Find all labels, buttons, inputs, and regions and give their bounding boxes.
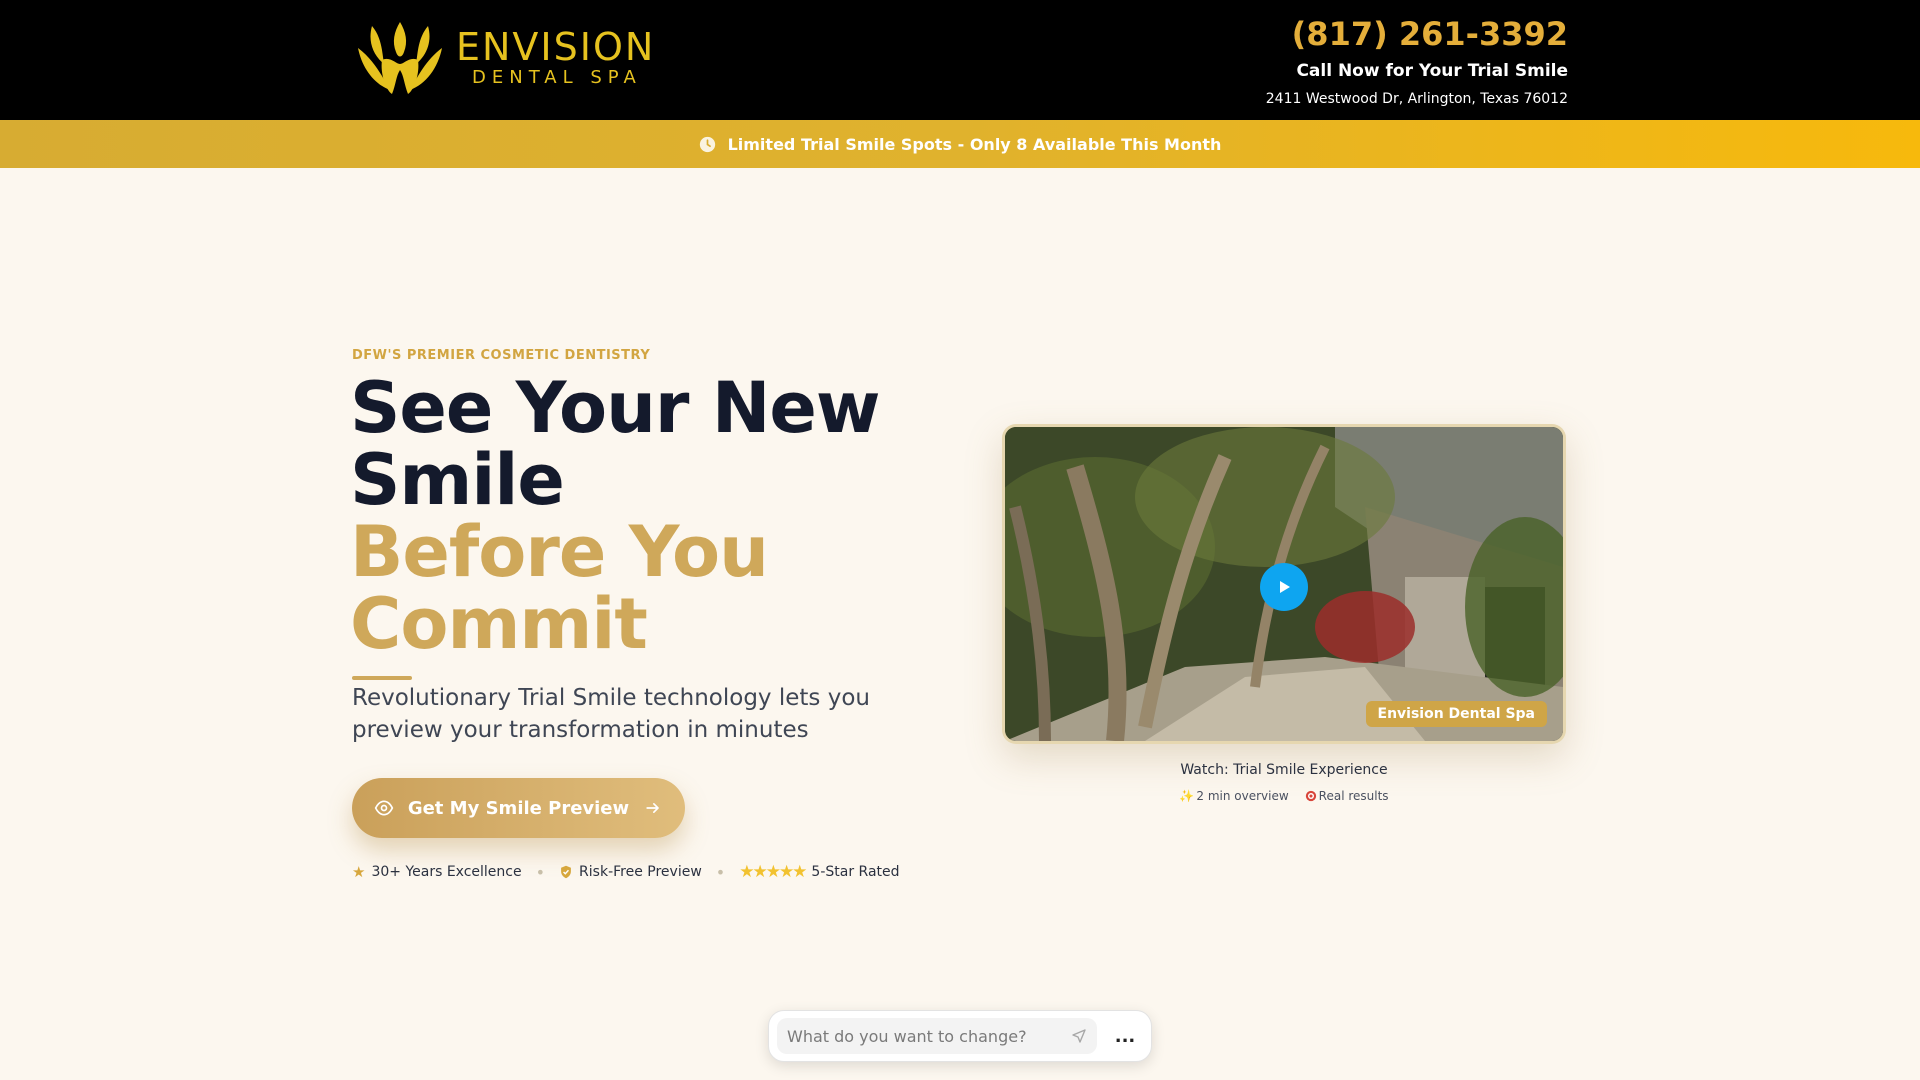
trust-indicators: ★ 30+ Years Excellence • Risk-Free Previ… xyxy=(352,862,900,882)
headline-divider xyxy=(352,676,412,680)
separator-dot: • xyxy=(535,862,546,882)
separator-dot: • xyxy=(715,862,726,882)
logo[interactable]: ENVISION DENTAL SPA xyxy=(352,18,655,98)
trust-label: 30+ Years Excellence xyxy=(371,864,522,880)
shield-check-icon xyxy=(561,865,571,879)
send-icon[interactable] xyxy=(1071,1028,1087,1044)
phone-link[interactable]: (817) 261-3392 xyxy=(1266,14,1568,54)
sparkle-icon: ✨ xyxy=(1179,789,1195,803)
call-now-text: Call Now for Your Trial Smile xyxy=(1296,61,1568,81)
target-icon xyxy=(1305,790,1316,802)
trust-item-rating: ★★★★★ 5-Star Rated xyxy=(739,862,899,882)
brand-subtitle: DENTAL SPA xyxy=(472,67,642,88)
promo-banner: Limited Trial Smile Spots - Only 8 Avail… xyxy=(0,120,1920,168)
star-icon: ★ xyxy=(352,863,366,881)
eye-icon xyxy=(374,800,394,816)
address-text: 2411 Westwood Dr, Arlington, Texas 76012 xyxy=(1265,91,1568,107)
trust-label: Risk-Free Preview xyxy=(579,864,702,880)
cta-label: Get My Smile Preview xyxy=(407,797,630,819)
trust-item-risk-free: Risk-Free Preview xyxy=(559,864,702,880)
contact-block: (817) 261-3392 Call Now for Your Trial S… xyxy=(1266,14,1568,108)
brand-name: ENVISION xyxy=(456,25,656,69)
arrow-right-icon xyxy=(646,803,659,813)
meta-label: Real results xyxy=(1318,789,1389,803)
trust-item-years: ★ 30+ Years Excellence xyxy=(352,863,522,881)
hero-eyebrow: DFW'S PREMIER COSMETIC DENTISTRY xyxy=(352,348,651,363)
trust-label: 5-Star Rated xyxy=(811,864,900,880)
meta-label: 2 min overview xyxy=(1196,789,1289,803)
stars-icon: ★★★★★ xyxy=(739,862,807,882)
headline-line-2: Smile xyxy=(350,439,565,521)
meta-duration: ✨ 2 min overview xyxy=(1179,789,1288,803)
video-thumbnail: Envision Dental Spa xyxy=(1005,427,1563,741)
clock-icon xyxy=(699,136,715,152)
hero-headline: See Your New Smile Before You Commit xyxy=(350,372,970,660)
headline-line-3: Before You xyxy=(350,511,769,593)
more-options-button[interactable]: ... xyxy=(1107,1018,1143,1054)
play-button[interactable] xyxy=(1260,563,1308,611)
meta-results: Real results xyxy=(1305,789,1389,803)
video-player[interactable]: Envision Dental Spa xyxy=(1002,424,1566,744)
site-header: ENVISION DENTAL SPA (817) 261-3392 Call … xyxy=(0,0,1920,120)
smile-preview-button[interactable]: Get My Smile Preview xyxy=(352,778,685,838)
hero-subhead: Revolutionary Trial Smile technology let… xyxy=(352,685,870,743)
chat-input-wrapper xyxy=(777,1018,1097,1054)
headline-line-1: See Your New xyxy=(350,367,881,449)
play-icon xyxy=(1280,581,1290,593)
edit-chat-bar: ... xyxy=(768,1010,1152,1062)
headline-line-4: Commit xyxy=(350,583,648,665)
banner-text: Limited Trial Smile Spots - Only 8 Avail… xyxy=(727,134,1222,154)
video-caption: Watch: Trial Smile Experience xyxy=(1180,762,1388,778)
chat-input[interactable] xyxy=(787,1026,1071,1046)
tooth-lotus-logo-icon xyxy=(358,22,442,94)
video-meta: ✨ 2 min overview Real results xyxy=(1002,789,1566,803)
video-badge: Envision Dental Spa xyxy=(1365,701,1547,727)
